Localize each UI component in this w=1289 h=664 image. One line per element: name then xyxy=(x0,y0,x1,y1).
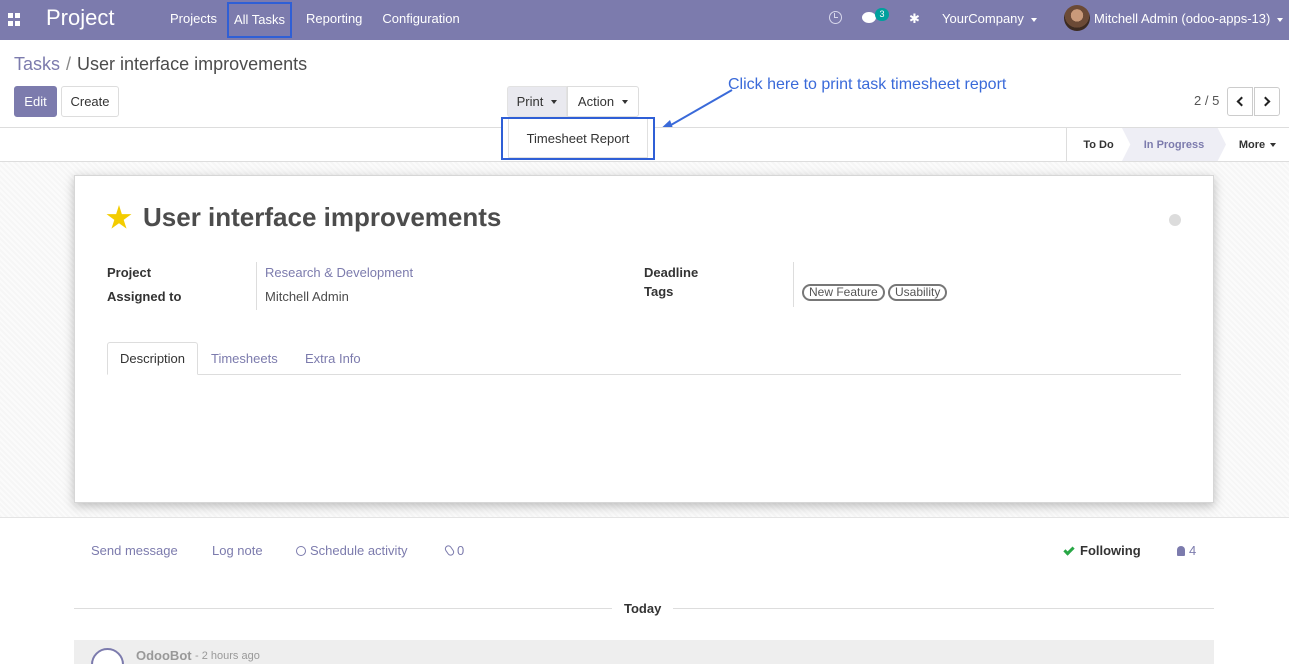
app-title[interactable]: Project xyxy=(46,5,114,31)
print-dropdown-menu: Timesheet Report xyxy=(501,117,655,160)
user-icon xyxy=(1177,546,1185,556)
stage-more-dropdown[interactable]: More xyxy=(1226,128,1289,161)
message-timestamp: - 2 hours ago xyxy=(195,650,260,662)
tab-timesheets[interactable]: Timesheets xyxy=(211,342,278,375)
messaging-icon[interactable] xyxy=(862,12,876,23)
followers-button[interactable]: 4 xyxy=(1177,543,1196,558)
schedule-activity-label: Schedule activity xyxy=(310,543,408,558)
deadline-label: Deadline xyxy=(644,265,699,280)
caret-down-icon xyxy=(551,99,558,104)
annotation-text: Click here to print task timesheet repor… xyxy=(728,76,1007,93)
day-separator-label: Today xyxy=(612,601,674,616)
following-button[interactable]: Following xyxy=(1063,543,1141,558)
log-note-button[interactable]: Log note xyxy=(212,543,263,558)
user-menu[interactable]: Mitchell Admin (odoo-apps-13) xyxy=(1094,11,1284,26)
main-menu: Projects All Tasks Reporting Configurati… xyxy=(160,0,470,40)
task-title: User interface improvements xyxy=(143,202,502,232)
stage-more-label: More xyxy=(1238,138,1266,151)
top-navbar: Project Projects All Tasks Reporting Con… xyxy=(0,0,1289,40)
print-menu-item-timesheet-report[interactable]: Timesheet Report xyxy=(508,119,648,158)
company-name: YourCompany xyxy=(942,11,1024,26)
tab-extra-info[interactable]: Extra Info xyxy=(305,342,361,375)
create-button[interactable]: Create xyxy=(61,86,119,117)
messaging-counter-badge: 3 xyxy=(875,8,889,21)
paperclip-icon xyxy=(443,543,456,558)
breadcrumb-tasks[interactable]: Tasks xyxy=(14,54,60,74)
edit-button[interactable]: Edit xyxy=(14,86,57,117)
attachments-button[interactable]: 0 xyxy=(443,543,465,558)
breadcrumb: Tasks / User interface improvements xyxy=(14,54,307,75)
apps-menu-icon[interactable] xyxy=(8,13,22,27)
clock-icon xyxy=(296,546,306,556)
breadcrumb-current: User interface improvements xyxy=(77,54,308,74)
debug-bug-icon[interactable]: ✱ xyxy=(909,11,920,27)
followers-count: 4 xyxy=(1189,543,1197,558)
activities-clock-icon[interactable] xyxy=(829,11,842,24)
assigned-to-label: Assigned to xyxy=(107,289,182,304)
menu-all-tasks[interactable]: All Tasks xyxy=(226,2,293,38)
following-label: Following xyxy=(1080,543,1141,558)
caret-down-icon xyxy=(1270,142,1277,147)
schedule-activity-button[interactable]: Schedule activity xyxy=(296,543,408,558)
field-divider xyxy=(256,262,257,310)
pager-value[interactable]: 2 / 5 xyxy=(1194,93,1219,108)
menu-reporting[interactable]: Reporting xyxy=(296,0,372,40)
notebook-tabs: Description Timesheets Extra Info xyxy=(107,342,1181,375)
print-dropdown-button[interactable]: Print xyxy=(507,86,567,117)
stage-in-progress[interactable]: In Progress xyxy=(1122,128,1226,161)
menu-configuration[interactable]: Configuration xyxy=(372,0,469,40)
tag-usability[interactable]: Usability xyxy=(888,284,948,301)
pager-previous-button[interactable] xyxy=(1227,87,1253,116)
attachments-count: 0 xyxy=(457,543,465,558)
print-label: Print xyxy=(516,94,544,109)
stage-todo[interactable]: To Do xyxy=(1066,128,1130,161)
pager-next-button[interactable] xyxy=(1254,87,1280,116)
kanban-state-dot[interactable] xyxy=(1169,214,1181,226)
message-author[interactable]: OdooBot xyxy=(136,648,192,663)
project-value-link[interactable]: Research & Development xyxy=(265,265,413,280)
tag-new-feature[interactable]: New Feature xyxy=(802,284,885,301)
assigned-to-value: Mitchell Admin xyxy=(265,289,349,304)
company-switcher[interactable]: YourCompany xyxy=(942,11,1037,26)
menu-projects[interactable]: Projects xyxy=(160,0,227,40)
action-label: Action xyxy=(577,94,615,109)
send-message-button[interactable]: Send message xyxy=(91,543,178,558)
user-avatar[interactable] xyxy=(1064,5,1090,31)
tab-description[interactable]: Description xyxy=(107,342,198,375)
user-name: Mitchell Admin (odoo-apps-13) xyxy=(1094,11,1271,26)
breadcrumb-separator: / xyxy=(66,54,72,74)
tags-label: Tags xyxy=(644,284,674,299)
caret-down-icon xyxy=(1030,17,1037,22)
caret-down-icon xyxy=(1277,17,1284,22)
check-icon xyxy=(1063,544,1075,556)
field-divider xyxy=(793,262,794,307)
chevron-right-icon xyxy=(1260,96,1271,107)
caret-down-icon xyxy=(622,99,629,104)
chevron-left-icon xyxy=(1236,96,1247,107)
project-label: Project xyxy=(107,265,152,280)
action-dropdown-button[interactable]: Action xyxy=(567,86,639,117)
